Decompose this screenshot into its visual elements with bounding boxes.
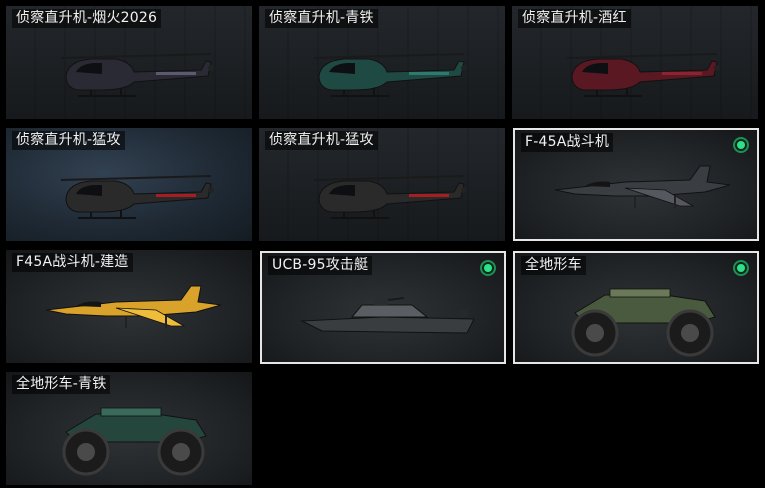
vehicle-name: F45A战斗机-建造: [12, 253, 133, 272]
vehicle-tile[interactable]: 侦察直升机-青铁: [259, 6, 505, 119]
vehicle-tile[interactable]: UCB-95攻击艇: [260, 251, 506, 364]
vehicle-name: 侦察直升机-烟火2026: [12, 9, 162, 28]
vehicle-name: 侦察直升机-猛攻: [265, 131, 378, 150]
vehicle-name: 侦察直升机-猛攻: [12, 131, 125, 150]
vehicle-name: F-45A战斗机: [521, 133, 614, 152]
vehicle-tile[interactable]: 侦察直升机-猛攻: [259, 128, 505, 241]
vehicle-name: 侦察直升机-青铁: [265, 9, 378, 28]
vehicle-tile[interactable]: 侦察直升机-酒红: [512, 6, 758, 119]
owned-status-icon: [733, 137, 749, 153]
owned-status-icon: [480, 260, 496, 276]
vehicle-tile[interactable]: F45A战斗机-建造: [6, 250, 252, 363]
vehicle-tile[interactable]: 侦察直升机-烟火2026: [6, 6, 252, 119]
vehicle-name: 全地形车-青铁: [12, 375, 111, 394]
vehicle-tile[interactable]: 全地形车: [513, 251, 759, 364]
vehicle-name: 全地形车: [521, 256, 586, 275]
vehicle-grid: 侦察直升机-烟火2026 侦察直升机-青铁 侦察直升机-酒红 侦察直升机-猛攻 …: [0, 0, 765, 488]
owned-status-icon: [733, 260, 749, 276]
vehicle-tile[interactable]: F-45A战斗机: [513, 128, 759, 241]
vehicle-name: UCB-95攻击艇: [268, 256, 373, 275]
vehicle-tile[interactable]: 侦察直升机-猛攻: [6, 128, 252, 241]
vehicle-name: 侦察直升机-酒红: [518, 9, 631, 28]
vehicle-tile[interactable]: 全地形车-青铁: [6, 372, 252, 485]
